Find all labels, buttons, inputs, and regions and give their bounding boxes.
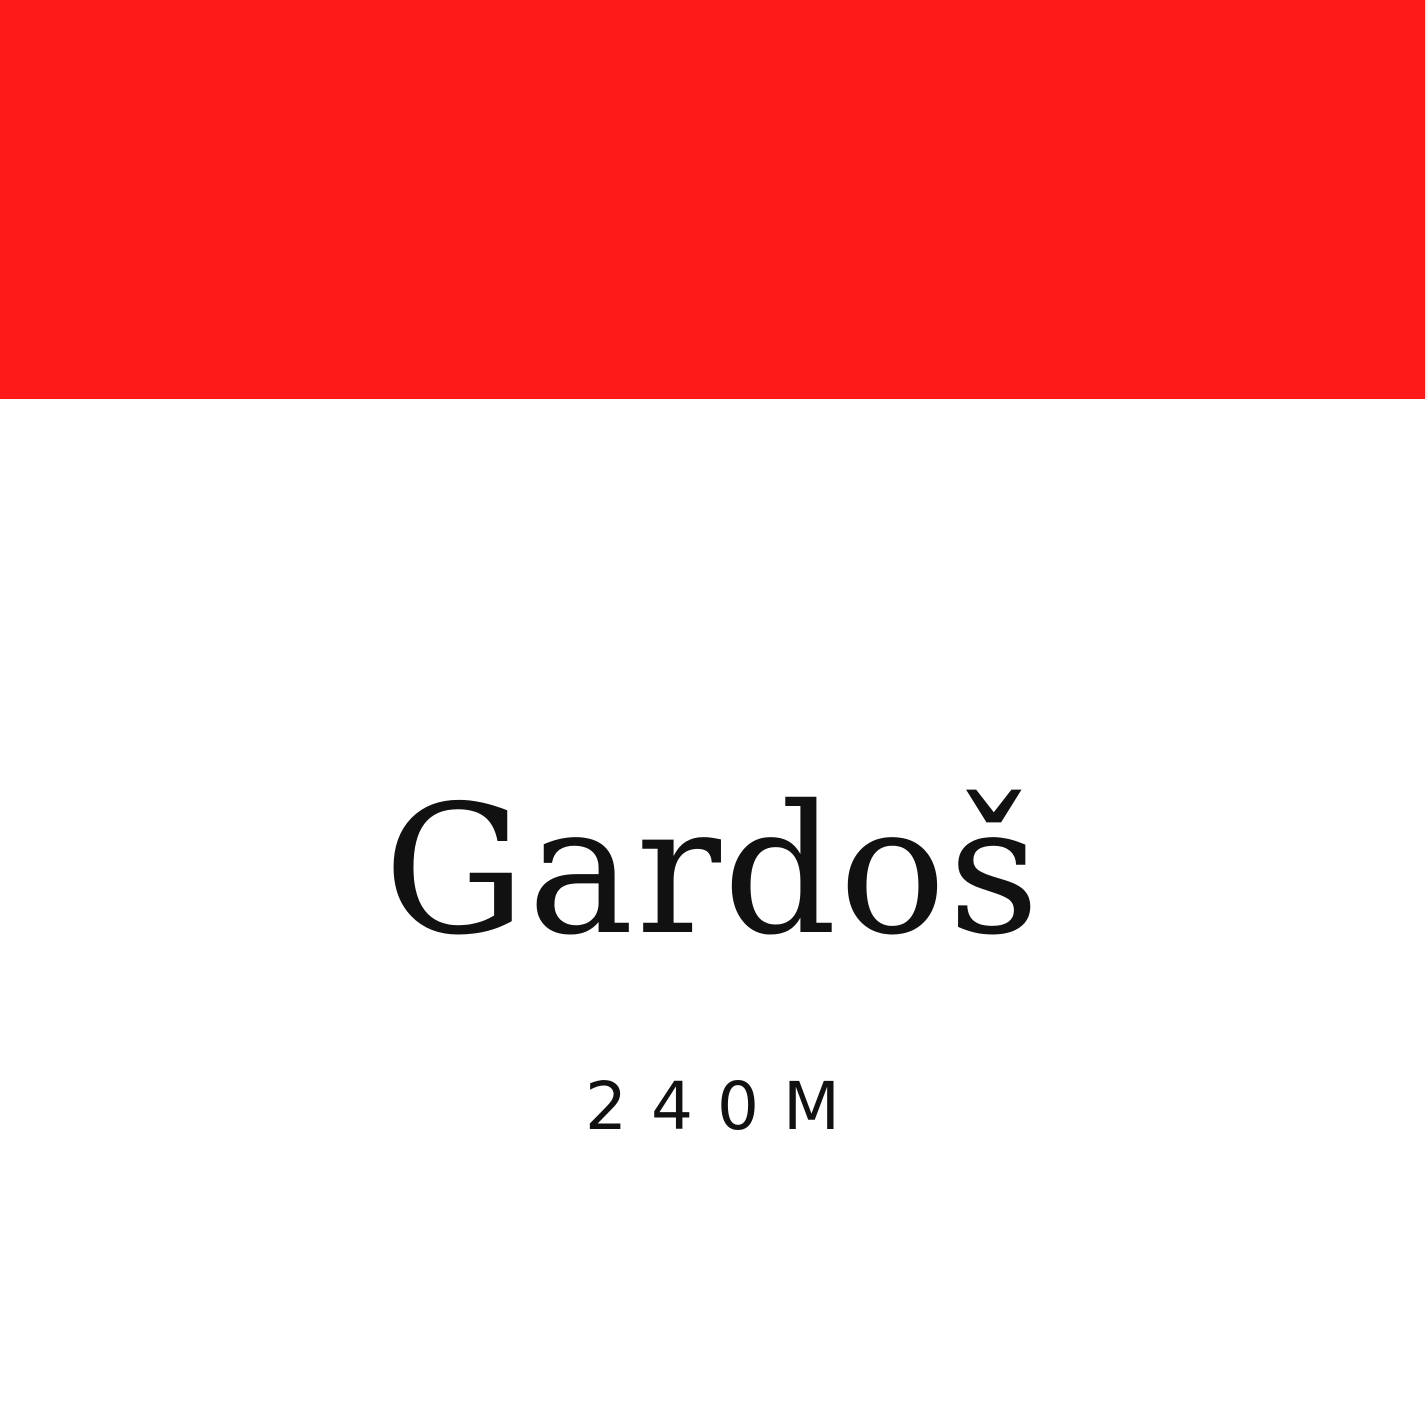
red-band xyxy=(0,0,1425,399)
poster: Gardoš 240M xyxy=(0,0,1425,1425)
elevation-label: 240M xyxy=(585,1068,864,1145)
place-name: Gardoš xyxy=(383,767,1042,974)
